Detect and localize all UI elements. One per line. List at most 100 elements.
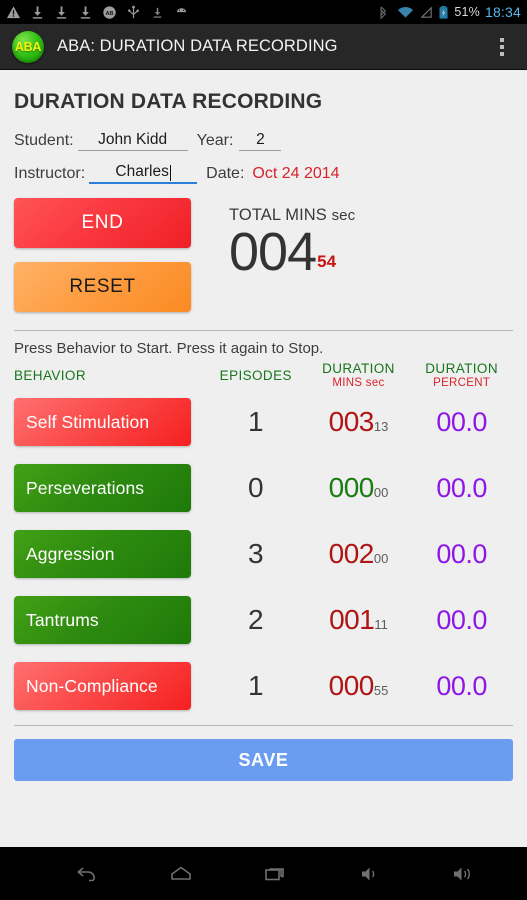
column-header-duration-mins: DURATION MINS sec	[307, 361, 411, 389]
duration-seconds: 55	[373, 683, 389, 698]
behavior-button-non-compliance[interactable]: Non-Compliance	[14, 662, 191, 710]
status-bar-system-icons: 51% 18:34	[377, 4, 521, 20]
student-input[interactable]: John Kidd	[77, 129, 188, 151]
app-logo-icon: ABA	[12, 30, 44, 63]
back-icon[interactable]	[67, 854, 107, 894]
timer-buttons: END RESET	[14, 198, 191, 312]
behavior-button-tantrums[interactable]: Tantrums	[14, 596, 191, 644]
signal-icon	[419, 5, 433, 20]
column-header-behavior-label: BEHAVIOR	[14, 367, 86, 383]
form-row-student: Student: John Kidd Year: 2	[14, 129, 513, 151]
table-row: Aggression 3 00200 00.0	[14, 521, 513, 587]
episodes-cell: 3	[248, 538, 264, 569]
android-icon	[174, 5, 189, 20]
download-icon	[78, 5, 93, 20]
total-timer-value: 004 54	[229, 222, 513, 282]
duration-cell: 00313	[307, 389, 411, 455]
total-minutes-value: 004	[229, 222, 317, 282]
table-row: Tantrums 2 00111 00.0	[14, 587, 513, 653]
divider-bottom	[14, 725, 513, 726]
usb-icon	[126, 5, 141, 20]
download-icon	[30, 5, 45, 20]
bluetooth-icon	[377, 5, 392, 20]
episodes-cell: 0	[248, 472, 264, 503]
reset-button[interactable]: RESET	[14, 262, 191, 312]
behavior-cell: Perseverations	[14, 455, 205, 521]
duration-cell: 00200	[307, 521, 411, 587]
behavior-button-aggression[interactable]: Aggression	[14, 530, 191, 578]
volume-down-icon[interactable]	[349, 854, 389, 894]
download-small-icon	[150, 5, 165, 20]
duration-cell: 00055	[307, 653, 411, 719]
adblock-icon: AB	[102, 5, 117, 20]
column-header-behavior: BEHAVIOR	[14, 361, 205, 389]
duration-minutes: 002	[328, 538, 375, 569]
status-bar-clock: 18:34	[484, 4, 521, 20]
date-value: Oct 24 2014	[252, 165, 340, 182]
app-logo-label: ABA	[14, 39, 42, 54]
duration-cell: 00000	[307, 455, 411, 521]
end-button[interactable]: END	[14, 198, 191, 248]
action-bar: ABA ABA: DURATION DATA RECORDING	[0, 24, 527, 70]
download-icon	[54, 5, 69, 20]
behavior-table-body: Self Stimulation 1 00313 00.0 Perseverat…	[14, 389, 513, 719]
behavior-cell: Self Stimulation	[14, 389, 205, 455]
behavior-button-self-stimulation[interactable]: Self Stimulation	[14, 398, 191, 446]
overflow-menu-icon[interactable]	[489, 37, 515, 56]
battery-charging-icon	[438, 5, 449, 20]
text-caret	[169, 165, 171, 181]
duration-minutes: 000	[328, 472, 375, 503]
total-timer-label-sec: sec	[331, 207, 356, 224]
app-bar-title: ABA: DURATION DATA RECORDING	[57, 37, 338, 55]
year-input[interactable]: 2	[239, 129, 282, 151]
timer-controls: END RESET TOTAL MINS sec 004 54	[14, 198, 513, 312]
behavior-button-perseverations[interactable]: Perseverations	[14, 464, 191, 512]
table-row: Perseverations 0 00000 00.0	[14, 455, 513, 521]
duration-minutes: 000	[328, 670, 375, 701]
recents-icon[interactable]	[255, 854, 295, 894]
wifi-icon	[397, 5, 414, 20]
volume-up-icon[interactable]	[443, 854, 483, 894]
duration-minutes: 003	[328, 406, 375, 437]
instructor-input-value: Charles	[115, 163, 169, 180]
behavior-cell: Tantrums	[14, 587, 205, 653]
total-timer-display: TOTAL MINS sec 004 54	[191, 198, 513, 312]
episodes-cell: 1	[248, 670, 264, 701]
status-bar-notification-icons: AB	[6, 5, 377, 20]
warning-icon	[6, 5, 21, 20]
device-screen: AB 51% 18:34 ABA ABA: DURATION DATA RECO…	[0, 0, 527, 900]
column-header-percent-label: DURATION	[425, 361, 498, 376]
column-header-percent-sub: PERCENT	[433, 377, 491, 389]
behavior-cell: Non-Compliance	[14, 653, 205, 719]
duration-seconds: 11	[374, 617, 388, 632]
behavior-table: BEHAVIOR EPISODES DURATION MINS sec DURA…	[14, 361, 513, 719]
column-header-episodes-label: EPISODES	[219, 367, 292, 383]
duration-seconds: 13	[373, 419, 389, 434]
duration-minutes: 001	[329, 604, 375, 635]
duration-cell: 00111	[307, 587, 411, 653]
table-row: Non-Compliance 1 00055 00.0	[14, 653, 513, 719]
page-title: DURATION DATA RECORDING	[14, 90, 323, 113]
table-row: Self Stimulation 1 00313 00.0	[14, 389, 513, 455]
student-label: Student:	[14, 132, 74, 149]
form-row-instructor: Instructor: Charles Date: Oct 24 2014	[14, 162, 513, 184]
duration-seconds: 00	[373, 551, 389, 566]
save-button[interactable]: SAVE	[14, 739, 513, 781]
percent-cell: 00.0	[436, 670, 487, 701]
column-header-episodes: EPISODES	[205, 361, 307, 389]
behavior-table-header: BEHAVIOR EPISODES DURATION MINS sec DURA…	[14, 361, 513, 389]
percent-cell: 00.0	[436, 604, 487, 635]
date-label: Date:	[206, 165, 245, 182]
svg-text:AB: AB	[105, 10, 113, 16]
home-icon[interactable]	[161, 854, 201, 894]
episodes-cell: 2	[248, 604, 264, 635]
navigation-bar	[0, 847, 527, 900]
battery-percent-label: 51%	[454, 5, 480, 19]
status-bar: AB 51% 18:34	[0, 0, 527, 24]
total-seconds-value: 54	[317, 252, 337, 272]
instruction-hint: Press Behavior to Start. Press it again …	[14, 340, 324, 357]
episodes-cell: 1	[248, 406, 264, 437]
behavior-cell: Aggression	[14, 521, 205, 587]
instructor-label: Instructor:	[14, 165, 86, 182]
instructor-input[interactable]: Charles	[89, 162, 198, 184]
